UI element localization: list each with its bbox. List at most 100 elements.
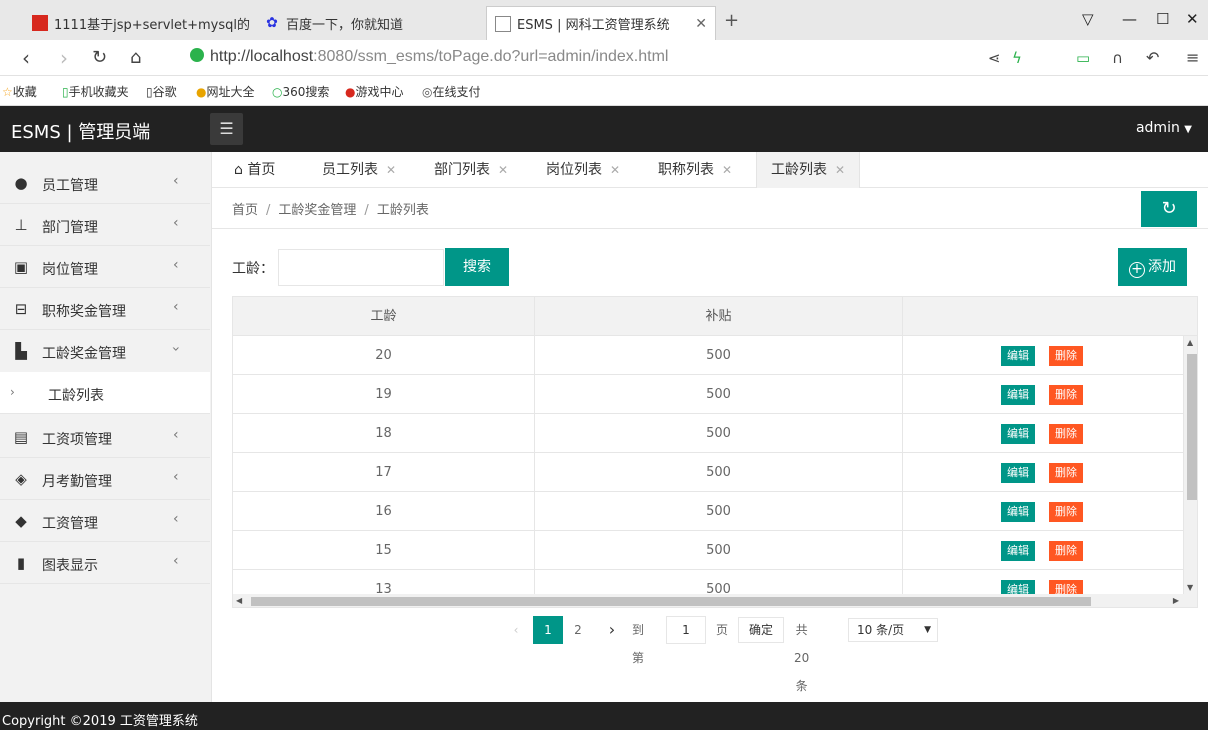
edit-button[interactable]: 编辑: [1001, 385, 1035, 405]
bookmark-360[interactable]: ○360搜索: [272, 83, 329, 100]
cell-allowance: 500: [535, 570, 903, 594]
cell-seniority: 16: [233, 492, 535, 531]
reload-icon[interactable]: ↻: [92, 47, 107, 68]
tab-title-list[interactable]: 职称列表 ✕: [658, 152, 732, 188]
edit-button[interactable]: 编辑: [1001, 424, 1035, 444]
column-header-allowance[interactable]: 补贴: [535, 297, 903, 336]
refresh-button[interactable]: ↻: [1141, 191, 1197, 227]
scroll-right-icon[interactable]: ▶: [1173, 596, 1179, 605]
shirt-skin-icon[interactable]: ▽: [1082, 10, 1094, 28]
next-page-icon[interactable]: ›: [604, 616, 620, 644]
sidebar-item-salary-items[interactable]: ▤ 工资项管理 ‹: [0, 416, 210, 458]
table-row: 17 500 编辑 删除: [233, 453, 1183, 492]
delete-button[interactable]: 删除: [1049, 502, 1083, 522]
sidebar-item-seniority-bonus[interactable]: ▙ 工龄奖金管理 ‹: [0, 330, 210, 372]
menu-icon[interactable]: ≡: [1186, 48, 1199, 67]
sidebar-item-department[interactable]: ⊥ 部门管理 ‹: [0, 204, 210, 246]
page-button-current[interactable]: 1: [533, 616, 563, 644]
tag-icon: ◆: [15, 512, 27, 530]
close-window-icon[interactable]: ✕: [1186, 10, 1199, 28]
menu-toggle-icon[interactable]: ☰: [210, 113, 243, 145]
prev-page-icon[interactable]: ‹: [508, 616, 524, 644]
bookmark-google[interactable]: ▯谷歌: [146, 83, 177, 100]
battery-icon[interactable]: ▭: [1076, 49, 1090, 67]
delete-button[interactable]: 删除: [1049, 424, 1083, 444]
seniority-search-input[interactable]: [278, 249, 444, 286]
game-icon: ●: [345, 85, 356, 99]
delete-button[interactable]: 删除: [1049, 580, 1083, 594]
edit-button[interactable]: 编辑: [1001, 502, 1035, 522]
browser-tab-1[interactable]: 1111基于jsp+servlet+mysql的: [24, 6, 254, 40]
close-icon[interactable]: ✕: [386, 163, 396, 177]
search-button[interactable]: 搜索: [445, 248, 509, 286]
tab-position-list[interactable]: 岗位列表 ✕: [546, 152, 620, 188]
close-icon[interactable]: ✕: [610, 163, 620, 177]
sidebar-item-employee[interactable]: ● 员工管理 ‹: [0, 162, 210, 204]
add-button[interactable]: + 添加: [1118, 248, 1187, 286]
bookmark-sites[interactable]: ●网址大全: [196, 83, 255, 100]
headphones-icon[interactable]: ∩: [1112, 49, 1123, 67]
bookmark-pay[interactable]: ◎在线支付: [422, 83, 481, 100]
edit-button[interactable]: 编辑: [1001, 463, 1035, 483]
chevron-down-icon: ‹: [167, 346, 184, 352]
breadcrumb-item[interactable]: 工龄奖金管理: [278, 203, 356, 218]
briefcase-icon: ⊟: [14, 300, 28, 318]
scrollbar-thumb[interactable]: [1187, 354, 1197, 500]
share-icon[interactable]: ⋖: [988, 49, 1001, 67]
bookmark-games[interactable]: ●游戏中心: [345, 83, 404, 100]
user-menu[interactable]: admin ▼: [1136, 120, 1192, 136]
bookmark-mobile[interactable]: ▯手机收藏夹: [62, 83, 129, 100]
new-tab-icon[interactable]: +: [724, 10, 739, 31]
sidebar-item-attendance[interactable]: ◈ 月考勤管理 ‹: [0, 458, 210, 500]
sidebar-subitem-seniority-list[interactable]: › 工龄列表: [0, 372, 210, 414]
minimize-icon[interactable]: —: [1122, 10, 1137, 28]
page-size-select[interactable]: 10 条/页 ▼: [848, 618, 938, 642]
edit-button[interactable]: 编辑: [1001, 541, 1035, 561]
sidebar-item-position[interactable]: ▣ 岗位管理 ‹: [0, 246, 210, 288]
cell-allowance: 500: [535, 336, 903, 375]
browser-tab-active[interactable]: ESMS | 网科工资管理系统 ✕: [486, 6, 716, 40]
maximize-icon[interactable]: ☐: [1156, 10, 1169, 28]
home-icon[interactable]: ⌂: [130, 47, 141, 68]
edit-button[interactable]: 编辑: [1001, 346, 1035, 366]
delete-button[interactable]: 删除: [1049, 346, 1083, 366]
undo-icon[interactable]: ↶: [1146, 48, 1159, 67]
edit-button[interactable]: 编辑: [1001, 580, 1035, 594]
back-icon[interactable]: ‹: [22, 46, 30, 70]
scroll-left-icon[interactable]: ◀: [236, 596, 242, 605]
tab-seniority-list[interactable]: 工龄列表 ✕: [756, 152, 861, 188]
forward-icon[interactable]: ›: [60, 46, 68, 70]
confirm-page-button[interactable]: 确定: [738, 617, 784, 643]
browser-tab-2[interactable]: ✿ 百度一下，你就知道: [256, 6, 482, 40]
tab-employee-list[interactable]: 员工列表 ✕: [322, 152, 396, 188]
delete-button[interactable]: 删除: [1049, 541, 1083, 561]
url-field[interactable]: http://localhost:8080/ssm_esms/toPage.do…: [190, 48, 668, 66]
close-icon[interactable]: ✕: [722, 163, 732, 177]
tab-label: 部门列表: [434, 162, 490, 178]
delete-button[interactable]: 删除: [1049, 463, 1083, 483]
tab-department-list[interactable]: 部门列表 ✕: [434, 152, 508, 188]
scroll-down-icon[interactable]: ▼: [1187, 583, 1193, 592]
cell-actions: 编辑 删除: [903, 414, 1183, 453]
scrollbar-thumb[interactable]: [251, 597, 1091, 606]
cell-seniority: 18: [233, 414, 535, 453]
lightning-icon[interactable]: ϟ: [1012, 49, 1022, 67]
close-icon[interactable]: ✕: [498, 163, 508, 177]
bookmark-label: 网址大全: [206, 85, 255, 99]
sidebar-item-salary[interactable]: ◆ 工资管理 ‹: [0, 500, 210, 542]
column-header-seniority[interactable]: 工龄: [233, 297, 535, 336]
bookmark-label: 在线支付: [432, 85, 481, 99]
page-number-input[interactable]: 1: [666, 616, 706, 644]
close-tab-icon[interactable]: ✕: [695, 16, 707, 32]
bookmark-favorites[interactable]: ☆收藏: [2, 83, 37, 100]
vertical-scrollbar[interactable]: ▲ ▼: [1183, 336, 1197, 594]
delete-button[interactable]: 删除: [1049, 385, 1083, 405]
breadcrumb-item[interactable]: 首页: [232, 203, 258, 218]
horizontal-scrollbar[interactable]: ◀ ▶: [233, 594, 1197, 607]
tab-home[interactable]: ⌂ 首页: [234, 152, 275, 188]
sidebar-item-title-bonus[interactable]: ⊟ 职称奖金管理 ‹: [0, 288, 210, 330]
close-icon[interactable]: ✕: [835, 163, 845, 177]
scroll-up-icon[interactable]: ▲: [1187, 338, 1193, 347]
page-button[interactable]: 2: [570, 616, 586, 644]
sidebar-item-charts[interactable]: ▮ 图表显示 ‹: [0, 542, 210, 584]
